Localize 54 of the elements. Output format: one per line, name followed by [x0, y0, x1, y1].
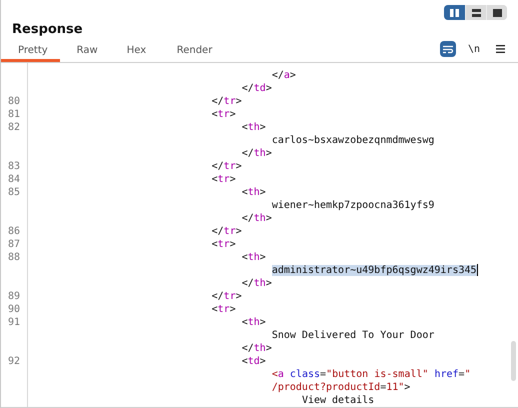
menu-icon [496, 45, 504, 53]
code-line: </tr> [210, 95, 242, 108]
code-line: /product?productId=11"> [270, 381, 410, 394]
code-line: </th> [240, 212, 272, 225]
code-line: <tr> [210, 238, 236, 251]
code-line: </th> [240, 342, 272, 355]
code-line: <tr> [210, 173, 236, 186]
line-number: 85 [7, 186, 22, 199]
tab[interactable]: Render [160, 42, 224, 62]
code-line: <th> [240, 251, 266, 264]
code-line: <th> [240, 316, 266, 329]
line-number: 80 [7, 95, 22, 108]
code-line: <a class="button is-small" href=" [270, 368, 471, 381]
line-number: 83 [7, 160, 22, 173]
code-line: <th> [240, 121, 266, 134]
code-line: <th> [240, 186, 266, 199]
code-line: </tr> [210, 290, 242, 303]
tab[interactable]: Pretty [1, 42, 60, 62]
code-line: <tr> [210, 108, 236, 121]
code-line: <tr> [210, 303, 236, 316]
code-line: </tr> [210, 160, 242, 173]
text-caret [476, 264, 478, 276]
line-number: 87 [7, 238, 22, 251]
code-line: wiener~hemkp7zpoocna361yfs9 [270, 199, 434, 212]
wrap-lines-button[interactable] [440, 41, 456, 57]
split-rows-icon [472, 8, 480, 16]
tab[interactable]: Raw [60, 42, 110, 62]
code-line: </th> [240, 147, 272, 160]
layout-button[interactable] [444, 5, 465, 20]
tab[interactable]: Hex [110, 42, 160, 62]
line-number: 88 [7, 251, 22, 264]
code-line: View details [300, 394, 374, 407]
scrollbar-thumb[interactable] [511, 341, 516, 381]
code-line: <td> [240, 355, 266, 368]
line-number: 86 [7, 225, 22, 238]
split-columns-icon [450, 8, 459, 16]
layout-button[interactable] [486, 5, 507, 20]
code-line: </th> [240, 277, 272, 290]
line-number: 84 [7, 173, 22, 186]
code-line: </a> [270, 69, 296, 82]
code-line: </tr> [210, 225, 242, 238]
code-line: </td> [240, 82, 272, 95]
line-number: 89 [7, 290, 22, 303]
line-number: 82 [7, 121, 22, 134]
line-number: 90 [7, 303, 22, 316]
code-line: Snow Delivered To Your Door [270, 329, 434, 342]
newline-toggle-button[interactable]: \n [466, 41, 482, 57]
line-number: 91 [7, 316, 22, 329]
single-pane-icon [492, 8, 502, 16]
panel-title: Response [11, 21, 84, 39]
line-number: 81 [7, 108, 22, 121]
wrap-icon [443, 44, 453, 54]
code-line: carlos~bsxawzobezqnmdmweswg [270, 134, 434, 147]
line-number: 92 [7, 355, 22, 368]
